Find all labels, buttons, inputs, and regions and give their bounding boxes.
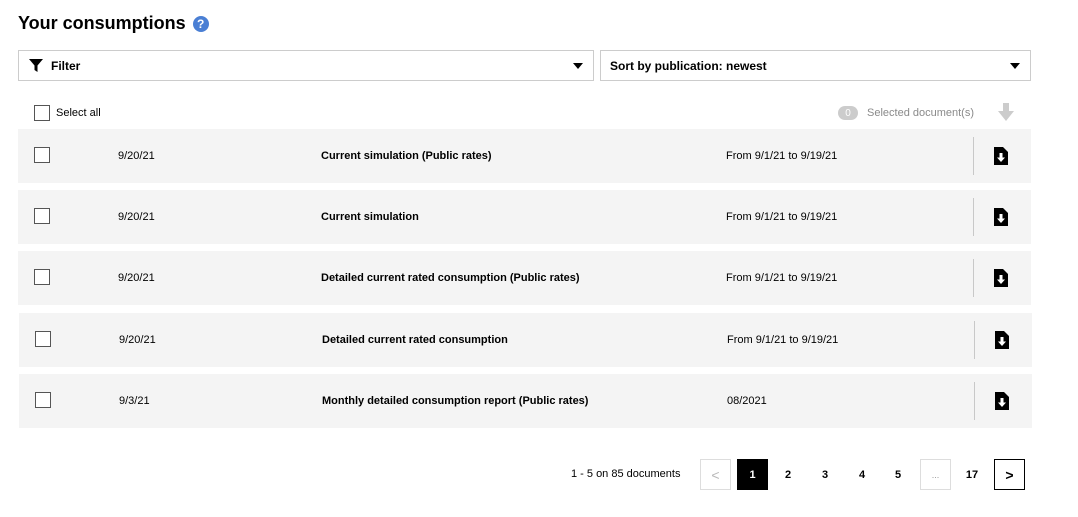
row-divider [974, 321, 975, 359]
row-period: 08/2021 [727, 395, 767, 407]
page-title: Your consumptions ? [18, 13, 209, 34]
previous-page-button[interactable]: < [700, 459, 731, 490]
select-all: Select all [34, 105, 101, 121]
download-document-icon[interactable] [995, 331, 1009, 349]
page-button[interactable]: 2 [778, 459, 798, 490]
row-divider [973, 198, 974, 236]
filter-dropdown[interactable]: Filter [18, 50, 594, 81]
help-icon[interactable]: ? [192, 15, 209, 32]
row-divider [974, 382, 975, 420]
download-arrow-icon[interactable] [998, 103, 1014, 121]
page-button-last[interactable]: 17 [962, 459, 982, 490]
page-button[interactable]: 5 [888, 459, 908, 490]
row-period: From 9/1/21 to 9/19/21 [727, 334, 839, 346]
chevron-down-icon [573, 63, 583, 69]
row-checkbox[interactable] [34, 269, 50, 285]
row-period: From 9/1/21 to 9/19/21 [726, 272, 838, 284]
row-checkbox[interactable] [35, 392, 51, 408]
row-date: 9/20/21 [118, 272, 155, 284]
row-divider [973, 259, 974, 297]
row-document-name: Detailed current rated consumption [322, 334, 508, 346]
document-row: 9/20/21 Current simulation From 9/1/21 t… [18, 190, 1031, 244]
filter-label: Filter [51, 58, 81, 73]
pagination-summary: 1 - 5 on 85 documents [571, 468, 681, 480]
row-document-name: Current simulation (Public rates) [321, 150, 492, 162]
download-document-icon[interactable] [994, 147, 1008, 165]
row-date: 9/20/21 [119, 334, 156, 346]
page-ellipsis-button[interactable]: ... [920, 459, 951, 490]
document-row: 9/20/21 Current simulation (Public rates… [18, 129, 1031, 183]
download-document-icon[interactable] [994, 208, 1008, 226]
row-checkbox[interactable] [34, 147, 50, 163]
selected-documents-label: Selected document(s) [867, 107, 974, 119]
document-row: 9/20/21 Detailed current rated consumpti… [18, 251, 1031, 305]
pagination: 1 - 5 on 85 documents < 1 2 3 4 5 ... 17… [0, 459, 1078, 490]
row-date: 9/3/21 [119, 395, 150, 407]
sort-dropdown[interactable]: Sort by publication: newest [600, 50, 1031, 81]
select-all-checkbox[interactable] [34, 105, 50, 121]
page-title-text: Your consumptions [18, 13, 186, 33]
page-button[interactable]: 3 [815, 459, 835, 490]
document-row: 9/3/21 Monthly detailed consumption repo… [19, 374, 1032, 428]
row-date: 9/20/21 [118, 150, 155, 162]
selected-count-badge: 0 [838, 106, 858, 120]
row-document-name: Monthly detailed consumption report (Pub… [322, 395, 589, 407]
row-date: 9/20/21 [118, 211, 155, 223]
page-button-current[interactable]: 1 [737, 459, 768, 490]
next-page-button[interactable]: > [994, 459, 1025, 490]
row-document-name: Detailed current rated consumption (Publ… [321, 272, 580, 284]
row-divider [973, 137, 974, 175]
page-button[interactable]: 4 [852, 459, 872, 490]
row-checkbox[interactable] [34, 208, 50, 224]
chevron-down-icon [1010, 63, 1020, 69]
row-document-name: Current simulation [321, 211, 419, 223]
select-all-label: Select all [56, 107, 101, 119]
row-period: From 9/1/21 to 9/19/21 [726, 211, 838, 223]
selected-documents-indicator: 0 Selected document(s) [838, 106, 974, 120]
sort-label: Sort by publication: newest [610, 58, 767, 73]
download-document-icon[interactable] [994, 269, 1008, 287]
row-period: From 9/1/21 to 9/19/21 [726, 150, 838, 162]
funnel-icon [29, 58, 43, 72]
download-document-icon[interactable] [995, 392, 1009, 410]
document-row: 9/20/21 Detailed current rated consumpti… [19, 313, 1032, 367]
row-checkbox[interactable] [35, 331, 51, 347]
